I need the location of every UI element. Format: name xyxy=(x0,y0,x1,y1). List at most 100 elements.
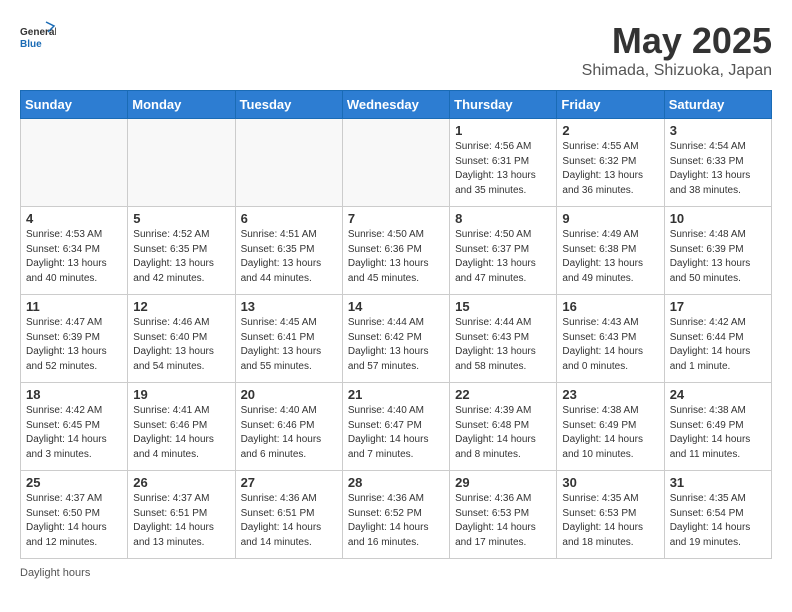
day-number: 20 xyxy=(241,387,337,402)
day-detail: Sunrise: 4:41 AM Sunset: 6:46 PM Dayligh… xyxy=(133,404,229,462)
day-number: 10 xyxy=(670,211,766,226)
day-detail: Sunrise: 4:55 AM Sunset: 6:32 PM Dayligh… xyxy=(562,140,658,198)
svg-text:Blue: Blue xyxy=(20,39,42,50)
day-cell-3: 3 Sunrise: 4:54 AM Sunset: 6:33 PM Daylig… xyxy=(664,119,771,207)
day-number: 27 xyxy=(241,475,337,490)
day-cell-6: 6 Sunrise: 4:51 AM Sunset: 6:35 PM Daylig… xyxy=(235,207,342,295)
day-cell-14: 14 Sunrise: 4:44 AM Sunset: 6:42 PM Dayli… xyxy=(342,295,449,383)
day-detail: Sunrise: 4:36 AM Sunset: 6:52 PM Dayligh… xyxy=(348,492,444,550)
day-detail: Sunrise: 4:51 AM Sunset: 6:35 PM Dayligh… xyxy=(241,228,337,286)
day-detail: Sunrise: 4:50 AM Sunset: 6:36 PM Dayligh… xyxy=(348,228,444,286)
day-number: 5 xyxy=(133,211,229,226)
day-cell-24: 24Sunrise: 4:38 AM Sunset: 6:49 PM Dayli… xyxy=(664,383,771,471)
day-cell-22: 22Sunrise: 4:39 AM Sunset: 6:48 PM Dayli… xyxy=(450,383,557,471)
day-number: 1 xyxy=(455,123,551,138)
day-detail: Sunrise: 4:56 AM Sunset: 6:31 PM Dayligh… xyxy=(455,140,551,198)
day-number: 8 xyxy=(455,211,551,226)
day-detail: Sunrise: 4:43 AM Sunset: 6:43 PM Dayligh… xyxy=(562,316,658,374)
day-cell-27: 27 Sunrise: 4:36 AM Sunset: 6:51 PM Dayli… xyxy=(235,471,342,559)
week-row-2: 4 Sunrise: 4:53 AM Sunset: 6:34 PM Daylig… xyxy=(21,207,772,295)
title-area: May 2025 Shimada, Shizuoka, Japan xyxy=(582,20,772,80)
day-number: 3 xyxy=(670,123,766,138)
day-number: 23 xyxy=(562,387,658,402)
day-cell-20: 20Sunrise: 4:40 AM Sunset: 6:46 PM Dayli… xyxy=(235,383,342,471)
day-cell-19: 19 Sunrise: 4:41 AM Sunset: 6:46 PM Dayli… xyxy=(128,383,235,471)
day-detail: Sunrise: 4:35 AM Sunset: 6:54 PM Dayligh… xyxy=(670,492,766,550)
day-cell-17: 17Sunrise: 4:42 AM Sunset: 6:44 PM Dayli… xyxy=(664,295,771,383)
day-detail: Sunrise: 4:52 AM Sunset: 6:35 PM Dayligh… xyxy=(133,228,229,286)
empty-cell xyxy=(235,119,342,207)
calendar-table: SundayMondayTuesdayWednesdayThursdayFrid… xyxy=(20,90,772,559)
col-header-sunday: Sunday xyxy=(21,91,128,119)
day-detail: Sunrise: 4:37 AM Sunset: 6:51 PM Dayligh… xyxy=(133,492,229,550)
day-number: 31 xyxy=(670,475,766,490)
day-number: 19 xyxy=(133,387,229,402)
col-header-tuesday: Tuesday xyxy=(235,91,342,119)
week-row-5: 25Sunrise: 4:37 AM Sunset: 6:50 PM Dayli… xyxy=(21,471,772,559)
col-header-saturday: Saturday xyxy=(664,91,771,119)
day-cell-21: 21 Sunrise: 4:40 AM Sunset: 6:47 PM Dayli… xyxy=(342,383,449,471)
day-detail: Sunrise: 4:37 AM Sunset: 6:50 PM Dayligh… xyxy=(26,492,122,550)
day-cell-5: 5 Sunrise: 4:52 AM Sunset: 6:35 PM Daylig… xyxy=(128,207,235,295)
day-number: 22 xyxy=(455,387,551,402)
logo-bird-icon: General Blue xyxy=(20,20,56,56)
empty-cell xyxy=(342,119,449,207)
day-cell-18: 18 Sunrise: 4:42 AM Sunset: 6:45 PM Dayli… xyxy=(21,383,128,471)
day-cell-10: 10 Sunrise: 4:48 AM Sunset: 6:39 PM Dayli… xyxy=(664,207,771,295)
header-row: SundayMondayTuesdayWednesdayThursdayFrid… xyxy=(21,91,772,119)
day-number: 12 xyxy=(133,299,229,314)
day-number: 11 xyxy=(26,299,122,314)
col-header-wednesday: Wednesday xyxy=(342,91,449,119)
day-cell-23: 23 Sunrise: 4:38 AM Sunset: 6:49 PM Dayli… xyxy=(557,383,664,471)
day-number: 13 xyxy=(241,299,337,314)
day-number: 6 xyxy=(241,211,337,226)
day-detail: Sunrise: 4:36 AM Sunset: 6:51 PM Dayligh… xyxy=(241,492,337,550)
day-detail: Sunrise: 4:42 AM Sunset: 6:44 PM Dayligh… xyxy=(670,316,766,374)
day-cell-30: 30Sunrise: 4:35 AM Sunset: 6:53 PM Dayli… xyxy=(557,471,664,559)
col-header-friday: Friday xyxy=(557,91,664,119)
col-header-monday: Monday xyxy=(128,91,235,119)
day-detail: Sunrise: 4:38 AM Sunset: 6:49 PM Dayligh… xyxy=(562,404,658,462)
day-cell-26: 26 Sunrise: 4:37 AM Sunset: 6:51 PM Dayli… xyxy=(128,471,235,559)
day-detail: Sunrise: 4:42 AM Sunset: 6:45 PM Dayligh… xyxy=(26,404,122,462)
day-number: 9 xyxy=(562,211,658,226)
day-number: 14 xyxy=(348,299,444,314)
day-number: 26 xyxy=(133,475,229,490)
day-cell-11: 11 Sunrise: 4:47 AM Sunset: 6:39 PM Dayli… xyxy=(21,295,128,383)
day-cell-1: 1 Sunrise: 4:56 AM Sunset: 6:31 PM Daylig… xyxy=(450,119,557,207)
week-row-3: 11 Sunrise: 4:47 AM Sunset: 6:39 PM Dayli… xyxy=(21,295,772,383)
day-cell-25: 25Sunrise: 4:37 AM Sunset: 6:50 PM Dayli… xyxy=(21,471,128,559)
day-number: 4 xyxy=(26,211,122,226)
day-detail: Sunrise: 4:49 AM Sunset: 6:38 PM Dayligh… xyxy=(562,228,658,286)
day-number: 29 xyxy=(455,475,551,490)
day-detail: Sunrise: 4:44 AM Sunset: 6:42 PM Dayligh… xyxy=(348,316,444,374)
day-cell-8: 8Sunrise: 4:50 AM Sunset: 6:37 PM Daylig… xyxy=(450,207,557,295)
week-row-4: 18 Sunrise: 4:42 AM Sunset: 6:45 PM Dayli… xyxy=(21,383,772,471)
day-detail: Sunrise: 4:44 AM Sunset: 6:43 PM Dayligh… xyxy=(455,316,551,374)
day-cell-31: 31 Sunrise: 4:35 AM Sunset: 6:54 PM Dayli… xyxy=(664,471,771,559)
logo: General Blue xyxy=(20,20,56,56)
day-detail: Sunrise: 4:40 AM Sunset: 6:47 PM Dayligh… xyxy=(348,404,444,462)
calendar-title: May 2025 xyxy=(582,20,772,62)
day-detail: Sunrise: 4:35 AM Sunset: 6:53 PM Dayligh… xyxy=(562,492,658,550)
day-cell-9: 9 Sunrise: 4:49 AM Sunset: 6:38 PM Daylig… xyxy=(557,207,664,295)
day-cell-12: 12Sunrise: 4:46 AM Sunset: 6:40 PM Dayli… xyxy=(128,295,235,383)
day-cell-28: 28Sunrise: 4:36 AM Sunset: 6:52 PM Dayli… xyxy=(342,471,449,559)
day-detail: Sunrise: 4:48 AM Sunset: 6:39 PM Dayligh… xyxy=(670,228,766,286)
col-header-thursday: Thursday xyxy=(450,91,557,119)
week-row-1: 1 Sunrise: 4:56 AM Sunset: 6:31 PM Daylig… xyxy=(21,119,772,207)
day-number: 15 xyxy=(455,299,551,314)
day-detail: Sunrise: 4:47 AM Sunset: 6:39 PM Dayligh… xyxy=(26,316,122,374)
day-cell-2: 2 Sunrise: 4:55 AM Sunset: 6:32 PM Daylig… xyxy=(557,119,664,207)
day-cell-4: 4 Sunrise: 4:53 AM Sunset: 6:34 PM Daylig… xyxy=(21,207,128,295)
day-detail: Sunrise: 4:36 AM Sunset: 6:53 PM Dayligh… xyxy=(455,492,551,550)
day-cell-7: 7Sunrise: 4:50 AM Sunset: 6:36 PM Daylig… xyxy=(342,207,449,295)
day-detail: Sunrise: 4:54 AM Sunset: 6:33 PM Dayligh… xyxy=(670,140,766,198)
day-number: 2 xyxy=(562,123,658,138)
day-detail: Sunrise: 4:53 AM Sunset: 6:34 PM Dayligh… xyxy=(26,228,122,286)
day-number: 24 xyxy=(670,387,766,402)
empty-cell xyxy=(128,119,235,207)
day-number: 18 xyxy=(26,387,122,402)
day-cell-15: 15 Sunrise: 4:44 AM Sunset: 6:43 PM Dayli… xyxy=(450,295,557,383)
day-number: 21 xyxy=(348,387,444,402)
